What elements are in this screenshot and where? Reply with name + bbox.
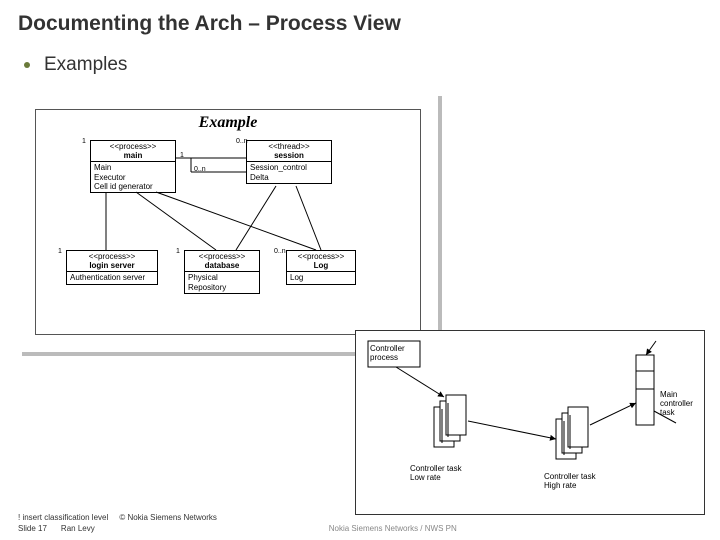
bullet-row: Examples [24, 54, 702, 76]
stack-low [434, 395, 466, 447]
classification: ! insert classification level [18, 513, 108, 522]
controller-svg: Controllerprocess Controller taskLow rat… [356, 331, 706, 516]
bullet-icon [24, 62, 30, 68]
copyright: © Nokia Siemens Networks [119, 513, 216, 522]
uml-example-inner: Example <<process>> main Main Executor C… [35, 109, 421, 335]
page-title: Documenting the Arch – Process View [18, 12, 702, 36]
high-label: Controller taskHigh rate [544, 472, 597, 490]
bullet-text: Examples [44, 54, 127, 76]
stack-high [556, 407, 588, 459]
low-label: Controller taskLow rate [410, 464, 463, 482]
connectors [36, 110, 424, 336]
brand: Nokia Siemens Networks / NWS PN [329, 523, 457, 534]
author: Ran Levy [61, 523, 95, 534]
controller-diagram: Controllerprocess Controller taskLow rat… [355, 330, 705, 515]
mct-label: Maincontrollertask [660, 390, 693, 417]
uml-example-frame: Example <<process>> main Main Executor C… [18, 92, 438, 352]
slide-number: Slide 17 [18, 523, 47, 534]
footer: ! insert classification level © Nokia Si… [18, 512, 457, 534]
slide: Documenting the Arch – Process View Exam… [0, 0, 720, 540]
